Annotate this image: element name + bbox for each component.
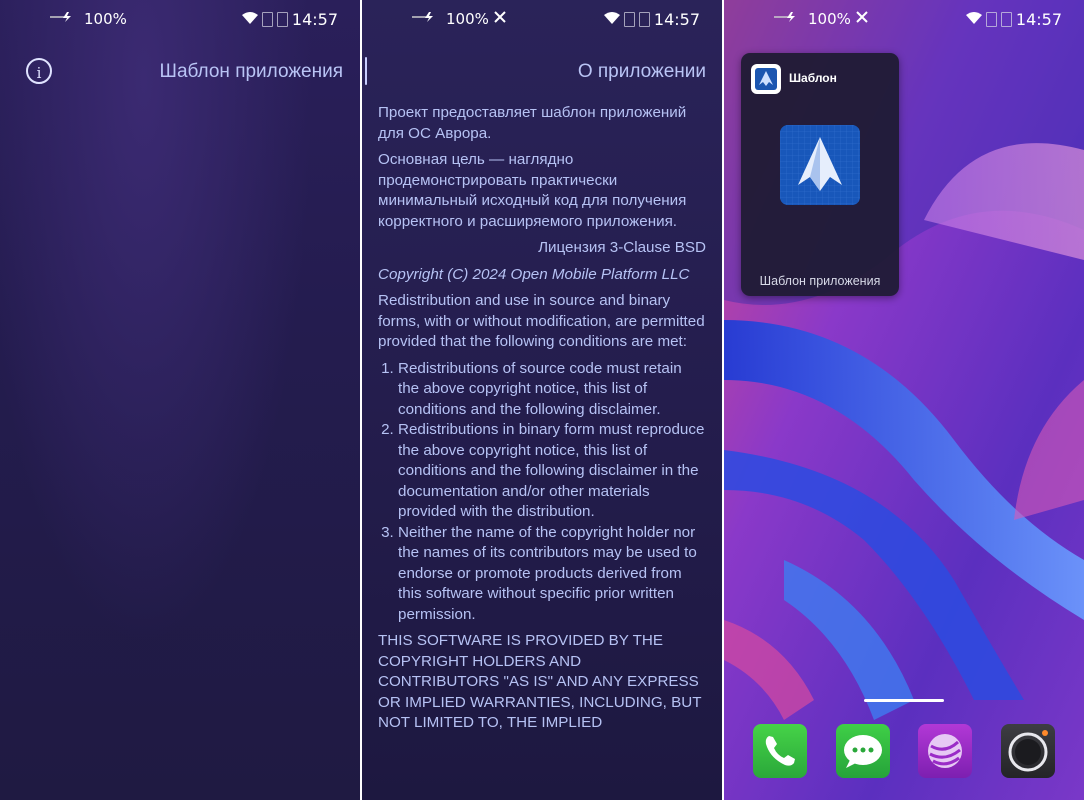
redistribution-text: Redistribution and use in source and bin… [378, 292, 705, 350]
battery-percent: 100% [808, 10, 851, 28]
wifi-icon [965, 11, 982, 28]
sim2-icon [638, 12, 650, 27]
camera-icon[interactable] [1001, 724, 1055, 778]
charging-icon [774, 11, 804, 27]
list-item: Redistributions of source code must reta… [398, 359, 706, 421]
clock: 14:57 [291, 10, 338, 29]
app-cover-widget[interactable]: Шаблон Шаблон приложения [741, 53, 899, 296]
phone-icon[interactable] [753, 724, 807, 778]
sim1-icon [623, 12, 635, 27]
browser-icon[interactable] [918, 724, 972, 778]
sim2-icon [1000, 12, 1012, 27]
about-content[interactable]: Проект предоставляет шаблон приложений д… [378, 103, 706, 740]
app-logo-icon [780, 125, 860, 205]
widget-caption: Шаблон приложения [759, 274, 881, 288]
messages-icon[interactable] [836, 724, 890, 778]
tools-icon [855, 10, 869, 28]
intro-text: Проект предоставляет шаблон приложений д… [378, 104, 687, 142]
battery-percent: 100% [84, 10, 127, 28]
disclaimer-text: THIS SOFTWARE IS PROVIDED BY THE COPYRIG… [378, 632, 702, 731]
sim1-icon [261, 12, 273, 27]
page-title: О приложении [577, 61, 706, 82]
wifi-icon [241, 11, 258, 28]
license-label: Лицензия 3-Clause BSD [538, 239, 706, 256]
sim1-icon [985, 12, 997, 27]
list-item: Redistributions in binary form must repr… [398, 420, 706, 523]
clock: 14:57 [653, 10, 700, 29]
widget-title: Шаблон [789, 71, 837, 85]
app-icon [751, 64, 781, 94]
about-screen: 100% 14:57 О приложении Проект предостав… [362, 0, 722, 800]
charging-icon [50, 11, 80, 27]
pulley-indicator [365, 57, 367, 85]
list-item: Neither the name of the copyright holder… [398, 523, 706, 626]
wifi-icon [603, 11, 620, 28]
app-main-screen: 100% 14:57 i Шаблон приложения [0, 0, 360, 800]
status-bar: 100% 14:57 [362, 10, 722, 32]
charging-icon [412, 11, 442, 27]
page-title: Шаблон приложения [159, 61, 343, 82]
tools-icon [493, 10, 507, 28]
intro-text: Основная цель — наглядно продемонстриров… [378, 151, 687, 230]
home-indicator[interactable] [864, 699, 944, 702]
battery-percent: 100% [446, 10, 489, 28]
home-screen: 100% 14:57 Шаблон Шаблон приложения [724, 0, 1084, 800]
sim2-icon [276, 12, 288, 27]
clock: 14:57 [1015, 10, 1062, 29]
copyright-text: Copyright (C) 2024 Open Mobile Platform … [378, 265, 690, 283]
info-button[interactable]: i [26, 58, 52, 84]
conditions-list: Redistributions of source code must reta… [378, 359, 706, 626]
status-bar: 100% 14:57 [0, 10, 360, 32]
status-bar: 100% 14:57 [724, 10, 1084, 32]
